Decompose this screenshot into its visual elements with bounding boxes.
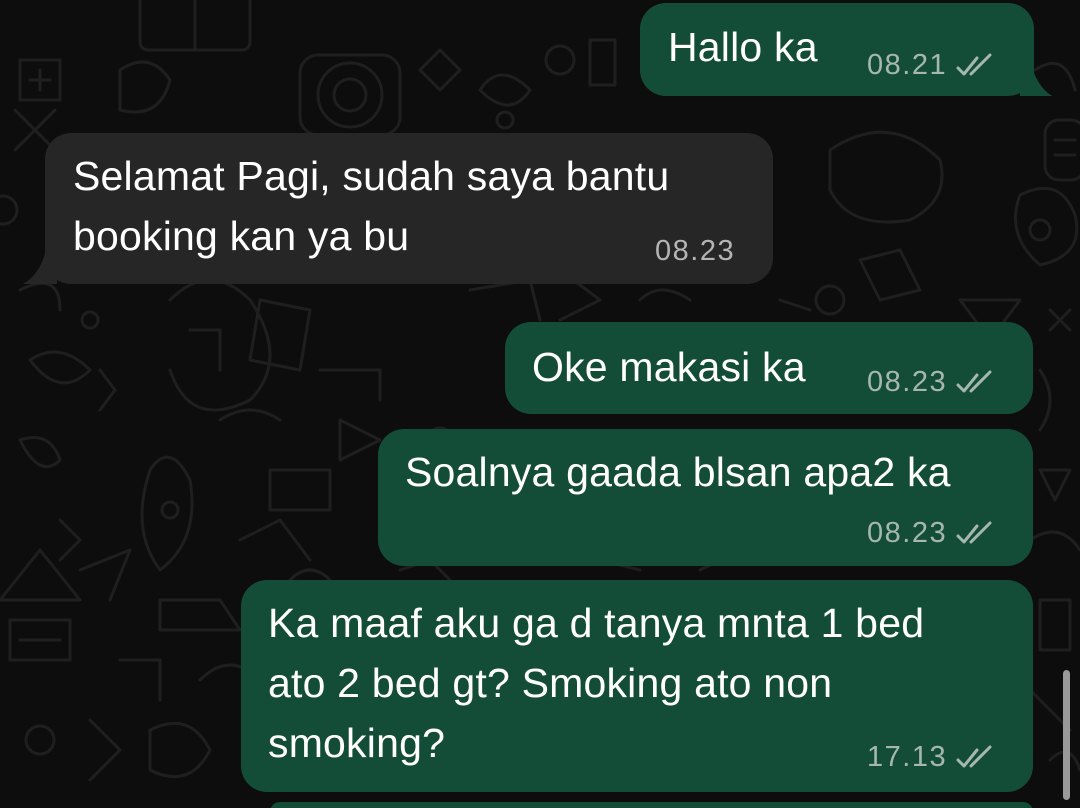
message-bubble-outgoing[interactable]: Hallo ka 08.21 [640,3,1034,96]
message-bubble-incoming[interactable]: Selamat Pagi, sudah saya bantu booking k… [45,133,773,284]
message-text: Soalnya gaada blsan apa2 ka [405,449,951,495]
double-check-icon [956,370,992,392]
message-meta: 08.23 [867,366,995,399]
scrollbar[interactable] [1063,670,1070,800]
message-bubble-outgoing-partial[interactable] [270,802,1033,808]
message-text-line: Selamat Pagi, sudah saya bantu [73,153,670,199]
message-bubble-outgoing[interactable]: Oke makasi ka 08.23 [505,322,1033,414]
message-time: 17.13 [867,741,948,773]
message-text: Hallo ka [668,24,818,70]
message-text-line: ato 2 bed gt? Smoking ato non [268,660,833,706]
bubble-tail [1020,60,1052,96]
message-text-line: booking kan ya bu [73,213,410,259]
message-meta: 17.13 [867,741,995,774]
double-check-icon [956,521,992,543]
bubble-tail [23,246,57,284]
message-time: 08.23 [867,517,948,549]
message-text: Oke makasi ka [532,344,806,390]
message-meta: 08.21 [867,49,995,82]
message-meta: 08.23 [867,517,995,550]
message-meta: 08.23 [655,235,735,268]
message-time: 08.23 [655,235,736,267]
double-check-icon [956,745,992,767]
message-text-line: Ka maaf aku ga d tanya mnta 1 bed [268,600,925,646]
message-text-line: smoking? [268,720,446,766]
message-time: 08.21 [867,49,948,81]
message-time: 08.23 [867,366,948,398]
double-check-icon [956,53,992,75]
message-bubble-outgoing[interactable]: Ka maaf aku ga d tanya mnta 1 bed ato 2 … [241,580,1033,792]
chat-area[interactable]: Hallo ka 08.21 Selamat Pagi, sudah saya … [0,0,1080,808]
message-bubble-outgoing[interactable]: Soalnya gaada blsan apa2 ka 08.23 [378,429,1033,566]
